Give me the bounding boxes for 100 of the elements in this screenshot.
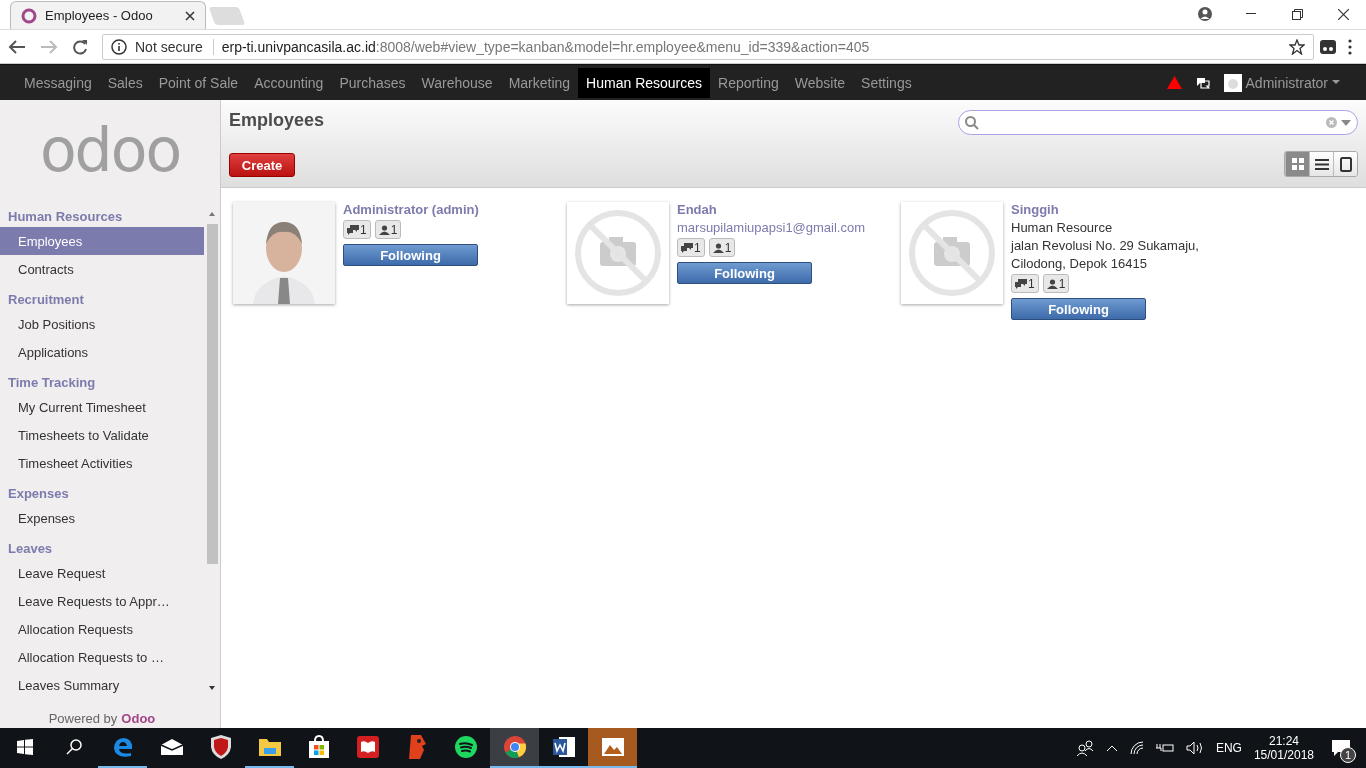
taskbar-app-button[interactable] xyxy=(490,728,539,768)
create-button[interactable]: Create xyxy=(229,153,295,177)
nav-menu-item[interactable]: Point of Sale xyxy=(150,67,247,98)
chat-bubbles-icon xyxy=(681,242,693,253)
close-icon[interactable] xyxy=(185,10,195,21)
sidebar-item[interactable]: Employees xyxy=(0,227,204,255)
nav-menu-item[interactable]: Messaging xyxy=(16,67,100,98)
list-icon xyxy=(1314,158,1329,170)
form-icon xyxy=(1339,156,1352,172)
sidebar-item[interactable]: Leave Request xyxy=(0,559,204,587)
sidebar-item[interactable]: Allocation Requests to … xyxy=(0,643,204,671)
search-icon[interactable] xyxy=(65,739,82,755)
nav-menu-item[interactable]: Human Resources xyxy=(578,67,711,98)
no-photo-icon xyxy=(573,208,663,298)
messages-badge[interactable]: 1 xyxy=(677,238,705,257)
speaker-icon[interactable] xyxy=(1185,741,1204,755)
notification-center-button[interactable]: 1 xyxy=(1326,733,1356,763)
sidebar-item[interactable]: Leaves Summary xyxy=(0,671,204,699)
sidebar-item[interactable]: Timesheet Activities xyxy=(0,449,204,477)
chevron-up-icon[interactable] xyxy=(1105,744,1118,752)
menu-section-title: Time Tracking xyxy=(7,374,97,392)
sidebar-item[interactable]: Job Positions xyxy=(0,310,204,338)
view-switch-button[interactable] xyxy=(1285,152,1309,176)
page-title: Employees xyxy=(229,110,326,132)
wifi-icon[interactable] xyxy=(1129,741,1144,755)
following-button[interactable]: Following xyxy=(343,244,478,266)
sidebar-item[interactable]: Applications xyxy=(0,338,204,366)
people-icon[interactable] xyxy=(1075,740,1094,756)
close-icon[interactable] xyxy=(1337,8,1349,20)
employee-name[interactable]: Administrator (admin) xyxy=(343,202,479,217)
employee-detail: Cilodong, Depok 16415 xyxy=(1011,256,1148,271)
person-icon xyxy=(1046,278,1058,289)
dropdown-caret-icon[interactable] xyxy=(1341,119,1351,126)
sidebar-item[interactable]: Timesheets to Validate xyxy=(0,421,204,449)
url-text: erp-ti.univpancasila.ac.id:8008/web#view_type=kanban&model=hr.employee&menu_id=339&action=405 xyxy=(221,38,870,55)
view-switch-button[interactable] xyxy=(1309,152,1333,176)
grid-icon xyxy=(1291,158,1304,170)
powered-by-label: Powered by xyxy=(48,711,118,726)
menu-section-title: Leaves xyxy=(7,540,54,558)
star-icon[interactable] xyxy=(1289,38,1305,55)
nav-menu-item[interactable]: Marketing xyxy=(500,67,579,98)
clock-date[interactable]: 15/01/2018 xyxy=(1253,748,1314,762)
sidebar-item[interactable]: My Current Timesheet xyxy=(0,393,204,421)
avatar-icon xyxy=(1223,73,1242,92)
followers-badge[interactable]: 1 xyxy=(374,220,402,239)
face-icon xyxy=(406,734,427,760)
sidebar-item[interactable]: Contracts xyxy=(0,255,204,283)
battery-icon[interactable] xyxy=(1155,742,1174,754)
restore-icon[interactable] xyxy=(1291,8,1303,20)
odoo-favicon-icon xyxy=(21,7,37,24)
view-switch-button[interactable] xyxy=(1333,152,1357,176)
followers-badge[interactable]: 1 xyxy=(1042,274,1070,293)
browser-icon xyxy=(502,735,527,759)
nav-menu-item[interactable]: Warehouse xyxy=(413,67,501,98)
chat-bubbles-icon[interactable] xyxy=(1195,76,1210,89)
menu-section-title: Expenses xyxy=(7,485,70,503)
nav-menu-item[interactable]: Purchases xyxy=(331,67,414,98)
caret-icon xyxy=(1332,80,1340,85)
reload-icon[interactable] xyxy=(72,38,88,55)
employee-name[interactable]: Endah xyxy=(677,202,866,217)
sidebar-item[interactable]: Expenses xyxy=(0,504,204,532)
menu-section-title: Human Resources xyxy=(7,208,124,226)
sidebar-item[interactable]: Allocation Requests xyxy=(0,615,204,643)
browser-tab[interactable]: Employees - Odoo xyxy=(10,1,206,29)
nav-menu-item[interactable]: Reporting xyxy=(710,67,787,98)
book-icon xyxy=(355,735,380,759)
account-icon[interactable] xyxy=(1198,7,1212,21)
tab-title: Employees - Odoo xyxy=(45,8,154,23)
person-icon xyxy=(378,224,390,235)
odoo-link[interactable]: Odoo xyxy=(121,711,156,726)
employee-detail: jalan Revolusi No. 29 Sukamaju, xyxy=(1011,238,1199,253)
search-field[interactable] xyxy=(958,110,1358,135)
nav-menu-item[interactable]: Sales xyxy=(99,67,151,98)
address-bar[interactable]: Not secure erp-ti.univpancasila.ac.id:8008/web#view_type=kanban&model=hr.employee&menu_id=339&action=405 xyxy=(102,33,1314,60)
following-button[interactable]: Following xyxy=(1011,298,1146,320)
language-indicator[interactable]: ENG xyxy=(1215,741,1242,755)
document-icon xyxy=(551,735,576,759)
back-arrow-icon[interactable] xyxy=(8,38,26,55)
nav-menu-item[interactable]: Accounting xyxy=(246,67,332,98)
following-button[interactable]: Following xyxy=(677,262,812,284)
nav-menu-item[interactable]: Website xyxy=(786,67,854,98)
info-icon xyxy=(111,38,127,55)
employee-detail: Human Resource xyxy=(1011,220,1114,235)
extension-icon[interactable] xyxy=(1320,39,1336,54)
more-icon[interactable] xyxy=(1348,38,1352,55)
warning-icon[interactable] xyxy=(1166,76,1182,89)
messages-badge[interactable]: 1 xyxy=(343,220,371,239)
no-photo-icon xyxy=(907,208,997,298)
minimize-icon[interactable] xyxy=(1246,13,1256,15)
followers-badge[interactable]: 1 xyxy=(708,238,736,257)
clock-time[interactable]: 21:24 xyxy=(1268,734,1299,748)
messages-badge[interactable]: 1 xyxy=(1011,274,1039,293)
odoo-logo: odoo xyxy=(38,114,182,187)
nav-menu-item[interactable]: Settings xyxy=(853,67,920,98)
employee-name[interactable]: Singgih xyxy=(1011,202,1199,217)
security-label: Not secure xyxy=(135,38,214,55)
envelope-icon xyxy=(159,738,184,756)
user-menu[interactable]: Administrator xyxy=(1223,73,1340,92)
sidebar-item[interactable]: Leave Requests to Appr… xyxy=(0,587,204,615)
windows-start-icon[interactable] xyxy=(16,739,33,755)
